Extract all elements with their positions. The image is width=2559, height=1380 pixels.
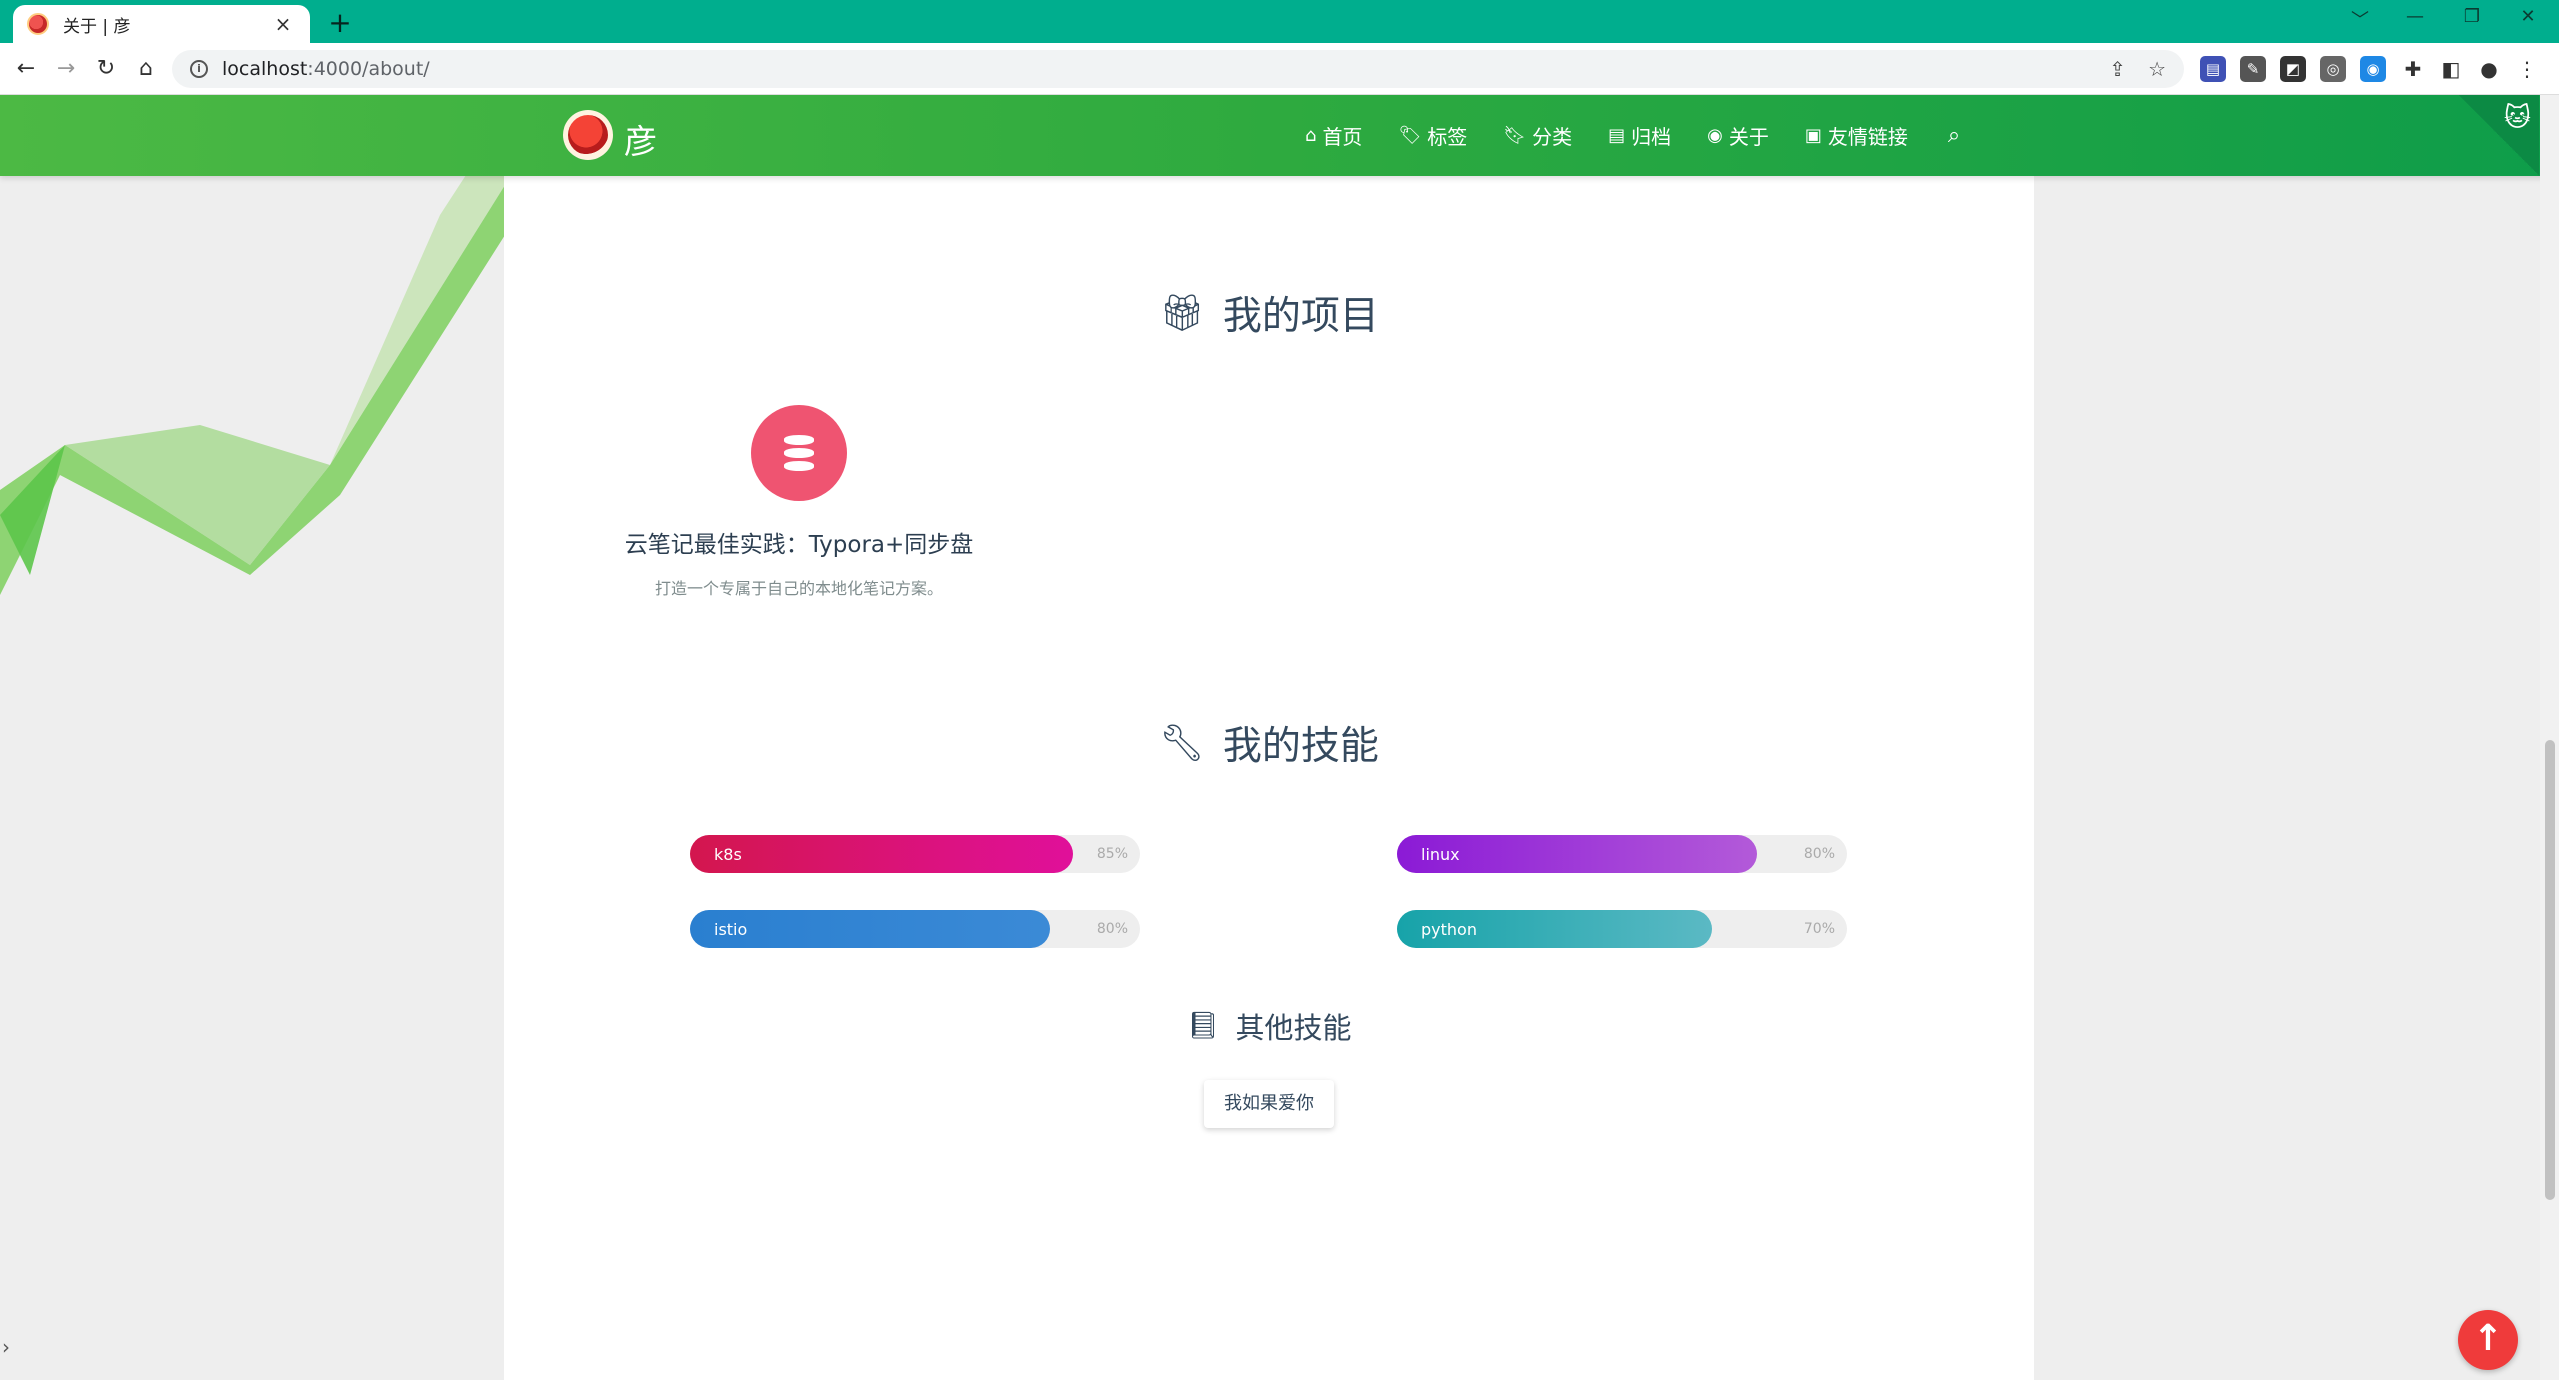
back-arrow-icon[interactable]: ← xyxy=(10,53,42,85)
skill-name: python xyxy=(1421,919,1477,939)
restore-button[interactable]: ❐ xyxy=(2452,6,2492,27)
database-icon xyxy=(784,435,814,471)
skill-fill: linux xyxy=(1397,835,1757,873)
gift-icon: 🎁︎ xyxy=(1159,293,1205,334)
nav-label: 关于 xyxy=(1728,125,1769,149)
wrench-icon: 🔧︎ xyxy=(1159,723,1205,764)
github-corner[interactable]: 🐱︎ xyxy=(2459,95,2539,176)
forward-arrow-icon[interactable]: → xyxy=(50,53,82,85)
skill-tag[interactable]: 我如果爱你 xyxy=(1204,1080,1334,1128)
close-tab-icon[interactable]: × xyxy=(270,12,296,36)
book-icon: 📘︎ xyxy=(1186,1011,1220,1041)
chevron-right-icon[interactable]: › xyxy=(2,1335,10,1359)
browser-toolbar: ← → ↻ ⌂ i localhost :4000/about/ ⇪ ☆ ▤ ✎… xyxy=(0,43,2559,95)
home-button-icon[interactable]: ⌂ xyxy=(130,53,162,85)
skill-percent: 80% xyxy=(1803,846,1835,862)
bookmark-icon: 🔖︎ xyxy=(1503,125,1527,146)
url-host: localhost xyxy=(222,58,308,80)
nav-label: 标签 xyxy=(1427,125,1468,149)
site-info-icon[interactable]: i xyxy=(190,60,208,78)
page-viewport: 🎁︎ 我的项目 云笔记最佳实践：Typora+同步盘 打造一个专属于自己的本地化… xyxy=(0,95,2559,1380)
share-icon[interactable]: ⇪ xyxy=(2109,57,2126,81)
puzzle-icon[interactable]: ✚ xyxy=(2400,56,2426,82)
skill-fill: istio xyxy=(690,910,1050,948)
projects-title: 我的项目 xyxy=(1222,294,1379,339)
archive-icon: ▤ xyxy=(1608,125,1626,146)
skill-percent: 85% xyxy=(1096,846,1128,862)
nav-label: 首页 xyxy=(1322,125,1363,149)
main-nav: ⌂ 首页 🏷︎ 标签 🔖︎ 分类 ▤ 归档 ◉ 关于 ▣ 友情链接 ⌕ xyxy=(1305,95,1960,176)
minimize-button[interactable]: — xyxy=(2395,6,2435,27)
skill-name: istio xyxy=(714,919,748,939)
close-window-button[interactable]: ✕ xyxy=(2508,6,2548,27)
url-path: :4000/about/ xyxy=(307,58,430,80)
site-header: 彦 ⌂ 首页 🏷︎ 标签 🔖︎ 分类 ▤ 归档 ◉ 关于 ▣ 友情链接 ⌕ 🐱︎ xyxy=(0,95,2559,176)
scrollbar-thumb[interactable] xyxy=(2545,740,2555,1200)
site-brand[interactable]: 彦 xyxy=(624,115,657,163)
projects-heading: 🎁︎ 我的项目 xyxy=(504,285,2034,341)
skill-name: linux xyxy=(1421,844,1460,864)
user-circle-icon: ◉ xyxy=(1707,125,1723,146)
skill-bar-k8s: k8s 85% xyxy=(690,835,1140,873)
extension-icon[interactable]: ◩ xyxy=(2280,56,2306,82)
nav-home[interactable]: ⌂ 首页 xyxy=(1305,121,1362,150)
skill-bar-istio: istio 80% xyxy=(690,910,1140,948)
search-icon[interactable]: ⌕ xyxy=(1948,123,1960,148)
other-skills-title: 其他技能 xyxy=(1235,1011,1352,1045)
skill-percent: 70% xyxy=(1803,921,1835,937)
nav-about[interactable]: ◉ 关于 xyxy=(1707,121,1769,150)
more-menu-icon[interactable]: ⋮ xyxy=(2514,56,2540,82)
nav-archives[interactable]: ▤ 归档 xyxy=(1608,121,1671,150)
skills-heading: 🔧︎ 我的技能 xyxy=(504,715,2034,771)
reload-icon[interactable]: ↻ xyxy=(90,53,122,85)
tab-search-icon[interactable]: ﹀ xyxy=(2340,6,2380,32)
skill-percent: 80% xyxy=(1096,921,1128,937)
nav-label: 分类 xyxy=(1532,125,1573,149)
profile-icon[interactable]: ● xyxy=(2476,56,2502,82)
nav-tags[interactable]: 🏷︎ 标签 xyxy=(1398,121,1467,150)
skill-name: k8s xyxy=(714,844,742,864)
extension-icon[interactable]: ◉ xyxy=(2360,56,2386,82)
nav-categories[interactable]: 🔖︎ 分类 xyxy=(1503,121,1572,150)
side-panel-icon[interactable]: ◧ xyxy=(2438,56,2464,82)
github-cat-icon: 🐱︎ xyxy=(2503,103,2531,133)
skill-fill: k8s xyxy=(690,835,1073,873)
site-logo[interactable] xyxy=(563,110,613,160)
extension-icon[interactable]: ✎ xyxy=(2240,56,2266,82)
nav-friends[interactable]: ▣ 友情链接 xyxy=(1805,121,1908,150)
browser-tab-strip: 关于 | 彦 × + ﹀ — ❐ ✕ xyxy=(0,0,2559,43)
address-bar[interactable]: i localhost :4000/about/ ⇪ ☆ xyxy=(172,50,2184,88)
nav-label: 友情链接 xyxy=(1827,125,1908,149)
new-tab-button[interactable]: + xyxy=(326,6,354,39)
address-book-icon: ▣ xyxy=(1804,125,1822,146)
tags-icon: 🏷︎ xyxy=(1398,125,1422,146)
project-description: 打造一个专属于自己的本地化笔记方案。 xyxy=(654,579,943,598)
skill-bar-linux: linux 80% xyxy=(1397,835,1847,873)
other-skills-heading: 📘︎ 其他技能 xyxy=(504,1005,2034,1047)
favicon-icon xyxy=(27,13,49,35)
skill-fill: python xyxy=(1397,910,1712,948)
tab-title: 关于 | 彦 xyxy=(63,16,131,37)
nav-label: 归档 xyxy=(1631,125,1672,149)
extension-icon[interactable]: ▤ xyxy=(2200,56,2226,82)
bookmark-star-icon[interactable]: ☆ xyxy=(2148,57,2166,81)
skills-title: 我的技能 xyxy=(1222,724,1379,769)
project-title[interactable]: 云笔记最佳实践：Typora+同步盘 xyxy=(604,525,994,559)
browser-tab[interactable]: 关于 | 彦 × xyxy=(13,5,310,43)
skill-bar-python: python 70% xyxy=(1397,910,1847,948)
project-card[interactable]: 云笔记最佳实践：Typora+同步盘 打造一个专属于自己的本地化笔记方案。 xyxy=(604,405,994,599)
scrollbar[interactable] xyxy=(2540,95,2559,1380)
project-icon-circle xyxy=(751,405,847,501)
home-icon: ⌂ xyxy=(1305,125,1317,146)
extension-icon[interactable]: ◎ xyxy=(2320,56,2346,82)
back-to-top-button[interactable]: ↑ xyxy=(2458,1310,2518,1370)
